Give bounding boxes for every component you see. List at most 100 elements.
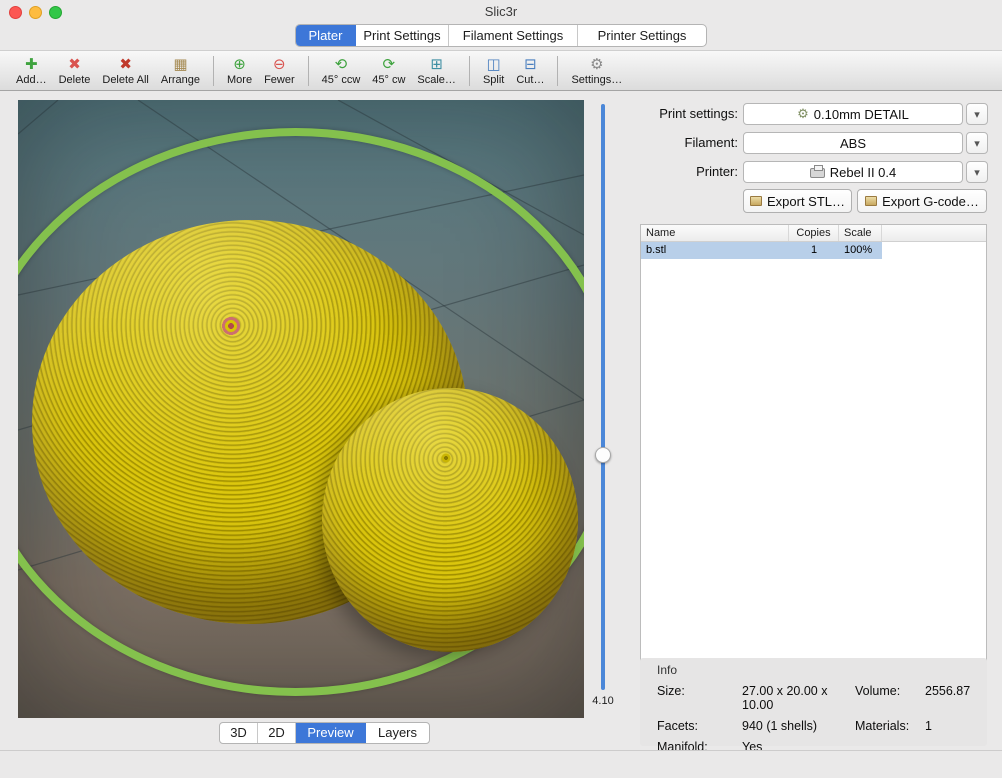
fewer-button[interactable]: ⊖ Fewer	[258, 55, 301, 87]
rotate-ccw-label: 45° ccw	[322, 74, 361, 86]
tab-plater[interactable]: Plater	[296, 25, 356, 46]
manifold-label: Manifold:	[657, 740, 742, 754]
facets-value: 940 (1 shells)	[742, 719, 855, 733]
3d-viewport[interactable]	[18, 100, 584, 718]
model-apex-rings	[218, 313, 244, 339]
facets-label: Facets:	[657, 719, 742, 733]
export-stl-label: Export STL…	[767, 194, 845, 209]
fewer-label: Fewer	[264, 74, 295, 86]
object-list: Name Copies Scale b.stl 1 100%	[640, 224, 987, 661]
add-button[interactable]: ✚ Add…	[10, 55, 53, 87]
slic3r-window: Slic3r Plater Print Settings Filament Se…	[0, 0, 1002, 778]
toolbar-separator	[213, 56, 214, 86]
window-title: Slic3r	[0, 0, 1002, 24]
printer-value: Rebel II 0.4	[830, 165, 897, 180]
tab-preview[interactable]: Preview	[296, 723, 366, 743]
add-icon: ✚	[25, 56, 38, 73]
tab-print-settings[interactable]: Print Settings	[356, 25, 449, 46]
manifold-value: Yes	[742, 740, 855, 754]
column-filler	[882, 225, 986, 241]
cut-icon: ⊟	[524, 56, 537, 73]
delete-all-button[interactable]: ✖ Delete All	[96, 55, 154, 87]
split-label: Split	[483, 74, 504, 86]
chevron-down-icon: ▾	[974, 166, 980, 179]
layer-slider-value: 4.10	[586, 695, 620, 707]
add-label: Add…	[16, 74, 47, 86]
split-button[interactable]: ◫ Split	[477, 55, 510, 87]
cut-label: Cut…	[516, 74, 544, 86]
materials-value: 1	[925, 719, 982, 733]
printer-select[interactable]: Rebel II 0.4	[743, 161, 963, 183]
model-dome-small[interactable]	[322, 388, 578, 652]
scale-label: Scale…	[417, 74, 456, 86]
column-copies[interactable]: Copies	[789, 225, 839, 241]
export-gcode-label: Export G-code…	[882, 194, 979, 209]
tab-layers[interactable]: Layers	[366, 723, 429, 743]
toolbar-separator	[557, 56, 558, 86]
toolbar-separator	[308, 56, 309, 86]
titlebar: Slic3r	[0, 0, 1002, 24]
delete-all-label: Delete All	[102, 74, 148, 86]
print-settings-value: 0.10mm DETAIL	[814, 107, 909, 122]
rotate-ccw-button[interactable]: ⟲ 45° ccw	[316, 55, 367, 87]
delete-icon: ✖	[68, 56, 81, 73]
toolbar: ✚ Add… ✖ Delete ✖ Delete All ▦ Arrange ⊕…	[0, 50, 1002, 91]
more-button[interactable]: ⊕ More	[221, 55, 258, 87]
export-stl-button[interactable]: Export STL…	[743, 189, 852, 213]
object-settings-button[interactable]: ⚙ Settings…	[565, 55, 628, 87]
rotate-cw-icon: ⟳	[383, 56, 396, 73]
layer-slider-thumb[interactable]	[595, 447, 611, 463]
print-settings-select[interactable]: ⚙ 0.10mm DETAIL	[743, 103, 963, 125]
column-scale[interactable]: Scale	[839, 225, 882, 241]
cut-button[interactable]: ⊟ Cut…	[510, 55, 550, 87]
printer-dropdown-button[interactable]: ▾	[966, 161, 988, 183]
scale-button[interactable]: ⊞ Scale…	[411, 55, 462, 87]
object-name-cell: b.stl	[641, 242, 789, 259]
tab-3d[interactable]: 3D	[220, 723, 258, 743]
rotate-ccw-icon: ⟲	[335, 56, 348, 73]
filament-dropdown-button[interactable]: ▾	[966, 132, 988, 154]
object-list-header: Name Copies Scale	[641, 225, 986, 242]
tab-2d[interactable]: 2D	[258, 723, 296, 743]
delete-button[interactable]: ✖ Delete	[53, 55, 97, 87]
gear-icon: ⚙	[797, 107, 809, 122]
export-box-icon	[865, 196, 877, 206]
fewer-icon: ⊖	[273, 56, 286, 73]
main-tab-bar: Plater Print Settings Filament Settings …	[295, 24, 707, 47]
object-scale-cell: 100%	[839, 242, 882, 259]
split-icon: ◫	[487, 56, 501, 73]
view-tab-bar: 3D 2D Preview Layers	[219, 722, 430, 744]
delete-all-icon: ✖	[119, 56, 132, 73]
layer-slider-track[interactable]	[601, 104, 605, 690]
delete-label: Delete	[59, 74, 91, 86]
materials-label: Materials:	[855, 719, 925, 733]
info-title: Info	[657, 663, 677, 677]
export-gcode-button[interactable]: Export G-code…	[857, 189, 987, 213]
volume-label: Volume:	[855, 684, 925, 712]
rotate-cw-label: 45° cw	[372, 74, 405, 86]
filament-label: Filament:	[620, 132, 738, 154]
filament-value: ABS	[840, 136, 866, 151]
rotate-cw-button[interactable]: ⟳ 45° cw	[366, 55, 411, 87]
window-bottom-divider	[0, 750, 1002, 751]
table-row[interactable]: b.stl 1 100%	[641, 242, 986, 259]
volume-value: 2556.87	[925, 684, 982, 712]
arrange-label: Arrange	[161, 74, 200, 86]
column-name[interactable]: Name	[641, 225, 789, 241]
object-copies-cell: 1	[789, 242, 839, 259]
info-grid: Size: 27.00 x 20.00 x 10.00 Volume: 2556…	[657, 684, 982, 754]
export-box-icon	[750, 196, 762, 206]
printer-icon	[810, 168, 825, 178]
tab-printer-settings[interactable]: Printer Settings	[578, 25, 706, 46]
tab-filament-settings[interactable]: Filament Settings	[449, 25, 578, 46]
toolbar-separator	[469, 56, 470, 86]
arrange-button[interactable]: ▦ Arrange	[155, 55, 206, 87]
filament-select[interactable]: ABS	[743, 132, 963, 154]
print-settings-label: Print settings:	[620, 103, 738, 125]
size-value: 27.00 x 20.00 x 10.00	[742, 684, 855, 712]
printer-label: Printer:	[620, 161, 738, 183]
more-label: More	[227, 74, 252, 86]
size-label: Size:	[657, 684, 742, 712]
chevron-down-icon: ▾	[974, 108, 980, 121]
print-settings-dropdown-button[interactable]: ▾	[966, 103, 988, 125]
